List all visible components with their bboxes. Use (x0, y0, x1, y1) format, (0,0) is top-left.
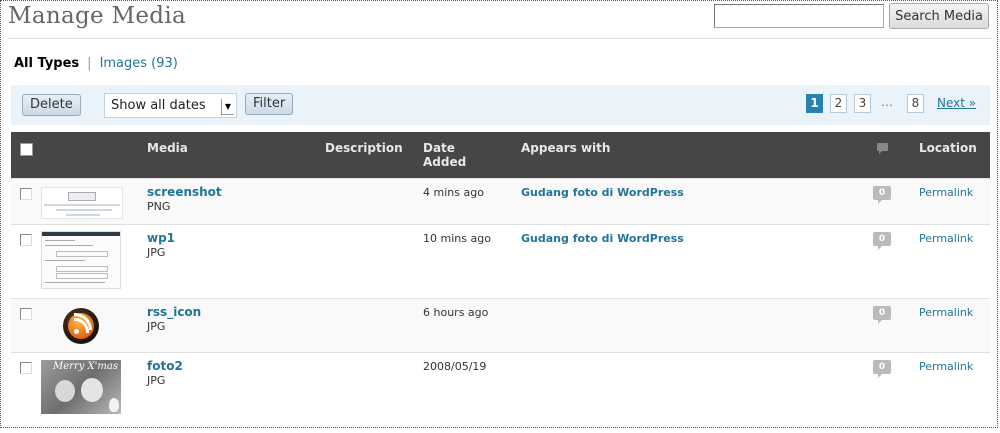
row-checkbox[interactable] (20, 308, 32, 320)
table-row: rss_icon JPG 6 hours ago 0 Permalink (11, 298, 990, 353)
page-2-link[interactable]: 2 (830, 94, 847, 113)
permalink-link[interactable]: Permalink (919, 186, 973, 199)
date-added: 10 mins ago (423, 232, 491, 245)
foto2-thumbnail[interactable]: Merry X'mas (41, 360, 121, 414)
permalink-link[interactable]: Permalink (919, 360, 973, 373)
table-row: wp1 JPG 10 mins ago Gudang foto di WordP… (11, 224, 990, 299)
filter-images-link[interactable]: Images (93) (100, 56, 178, 71)
delete-button[interactable]: Delete (22, 94, 81, 116)
row-checkbox[interactable] (20, 362, 32, 374)
page-1-link[interactable]: 1 (806, 94, 823, 113)
search-input[interactable] (714, 4, 884, 28)
media-type: JPG (147, 320, 166, 333)
column-date-line1: Date (423, 141, 455, 155)
appears-with-link[interactable]: Gudang foto di WordPress (521, 232, 684, 245)
next-page-link[interactable]: Next » (937, 96, 976, 110)
page-8-link[interactable]: 8 (907, 94, 924, 113)
date-filter-select[interactable]: Show all dates ▼ (104, 93, 237, 118)
comment-icon (877, 143, 888, 154)
screenshot-thumbnail[interactable] (41, 187, 123, 219)
column-description: Description (325, 141, 403, 155)
permalink-link[interactable]: Permalink (919, 232, 973, 245)
media-type: PNG (147, 200, 171, 213)
media-type: JPG (147, 246, 166, 259)
table-navigation: Delete Show all dates ▼ Filter 1 2 3 … 8… (11, 85, 990, 125)
filter-button[interactable]: Filter (245, 93, 294, 115)
comment-count-bubble[interactable]: 0 (873, 232, 891, 250)
column-date-line2: Added (423, 155, 467, 169)
media-title-link[interactable]: rss_icon (147, 305, 201, 319)
rss-icon-thumbnail[interactable] (41, 306, 123, 346)
date-added: 4 mins ago (423, 186, 484, 199)
page-ellipsis: … (881, 95, 893, 109)
media-table: Media Description Date Added Appears wit… (11, 132, 990, 430)
media-title-link[interactable]: screenshot (147, 185, 222, 199)
media-type: JPG (147, 374, 166, 387)
comment-count-bubble[interactable]: 0 (873, 186, 891, 204)
page-title: Manage Media (8, 3, 186, 29)
foto2-thumbnail-text: Merry X'mas (53, 361, 118, 372)
row-checkbox[interactable] (20, 234, 32, 246)
media-title-link[interactable]: wp1 (147, 231, 175, 245)
table-row: screenshot PNG 4 mins ago Gudang foto di… (11, 178, 990, 225)
filter-separator: | (87, 56, 92, 71)
column-date-added[interactable]: Date Added (423, 141, 466, 169)
date-added: 6 hours ago (423, 306, 489, 319)
rss-icon (63, 308, 99, 344)
type-filter-links: All Types | Images (93) (14, 56, 178, 71)
appears-with-link[interactable]: Gudang foto di WordPress (521, 186, 684, 199)
column-media[interactable]: Media (147, 141, 188, 155)
comment-count-bubble[interactable]: 0 (873, 306, 891, 324)
column-location: Location (919, 141, 977, 155)
date-filter-value: Show all dates (111, 98, 206, 113)
select-all-checkbox[interactable] (20, 143, 33, 156)
date-added: 2008/05/19 (423, 360, 487, 373)
table-header: Media Description Date Added Appears wit… (11, 132, 990, 178)
search-media-button[interactable]: Search Media (889, 3, 989, 29)
row-checkbox[interactable] (20, 188, 32, 200)
comment-count-bubble[interactable]: 0 (873, 360, 891, 378)
permalink-link[interactable]: Permalink (919, 306, 973, 319)
media-title-link[interactable]: foto2 (147, 359, 183, 373)
wp1-thumbnail[interactable] (41, 231, 121, 289)
page-3-link[interactable]: 3 (854, 94, 871, 113)
title-divider (8, 38, 992, 39)
table-row: Merry X'mas foto2 JPG 2008/05/19 0 Perma… (11, 352, 990, 433)
select-arrow-icon: ▼ (221, 99, 234, 115)
column-appears-with: Appears with (521, 141, 611, 155)
filter-all-types[interactable]: All Types (14, 56, 79, 71)
